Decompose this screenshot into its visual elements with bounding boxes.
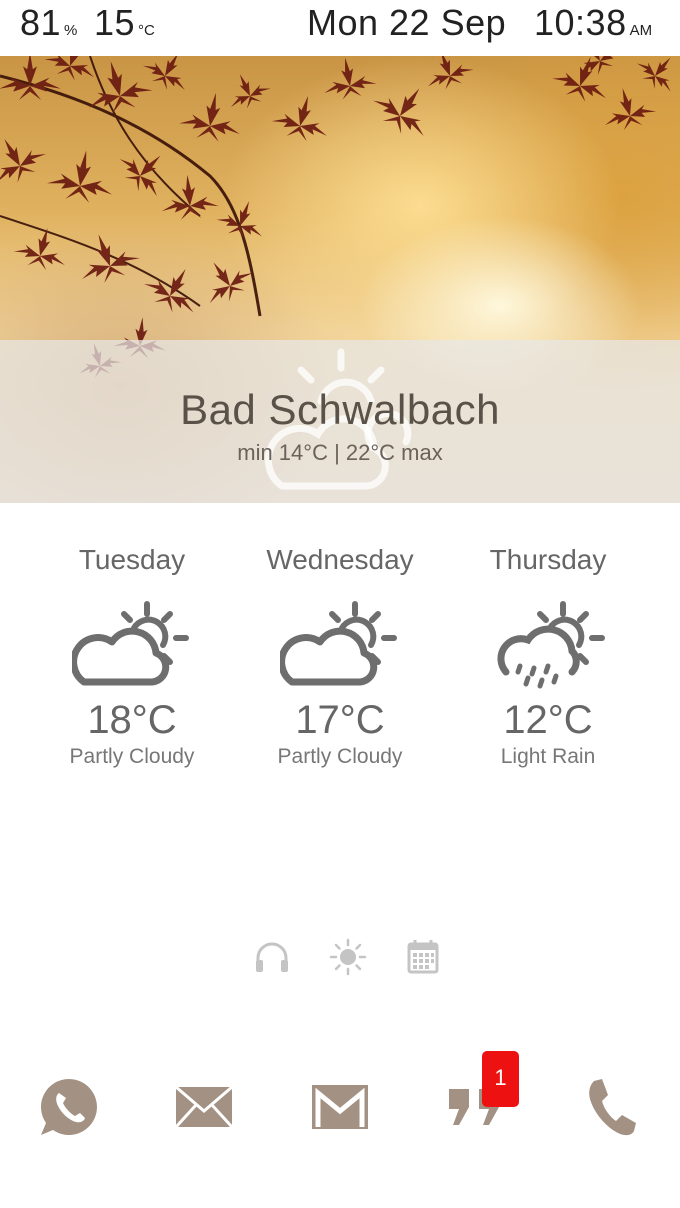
phone-icon[interactable] bbox=[578, 1075, 642, 1139]
headphones-icon[interactable] bbox=[253, 938, 291, 976]
battery-level: 81% bbox=[20, 2, 77, 44]
forecast-day[interactable]: Wednesday 17°C Partly Cloudy bbox=[240, 540, 440, 770]
forecast-condition: Partly Cloudy bbox=[277, 745, 403, 768]
whatsapp-icon[interactable] bbox=[37, 1075, 101, 1139]
brightness-icon[interactable] bbox=[329, 938, 367, 976]
temperature-unit: °C bbox=[138, 22, 155, 39]
email-icon[interactable] bbox=[172, 1075, 236, 1139]
forecast-day-name: Wednesday bbox=[266, 544, 414, 575]
status-bar: 81% 15 °C Mon 22 Sep 10:38 AM bbox=[0, 0, 680, 56]
time-text: 10:38 bbox=[534, 2, 627, 43]
status-temperature: 15 °C bbox=[94, 2, 155, 44]
forecast-temperature: 18°C bbox=[87, 698, 177, 742]
status-date: Mon 22 Sep bbox=[307, 2, 506, 44]
ampm-text: AM bbox=[629, 22, 653, 39]
messages-badge: 1 bbox=[482, 1051, 519, 1107]
date-text: Mon 22 Sep bbox=[307, 2, 507, 43]
battery-unit: % bbox=[64, 22, 78, 39]
partly-cloudy-icon bbox=[72, 601, 189, 686]
light-rain-icon bbox=[497, 601, 605, 689]
temperature-value: 15 bbox=[94, 2, 136, 43]
forecast: Tuesday 18°C Partly Cloudy Wednesday 17°… bbox=[0, 540, 680, 800]
battery-value: 81 bbox=[20, 2, 62, 43]
partly-cloudy-icon bbox=[280, 601, 397, 686]
calendar-icon[interactable] bbox=[404, 938, 442, 976]
forecast-day[interactable]: Thursday 12°C Light Rain bbox=[448, 540, 648, 770]
forecast-day-name: Tuesday bbox=[78, 544, 186, 575]
forecast-condition: Partly Cloudy bbox=[69, 745, 195, 768]
weather-hero[interactable]: Bad Schwalbach min 14°C | 22°C max bbox=[0, 56, 680, 503]
temperature-range: min 14°C | 22°C max bbox=[237, 440, 443, 465]
city-name: Bad Schwalbach bbox=[180, 386, 500, 433]
forecast-condition: Light Rain bbox=[500, 745, 596, 768]
forecast-day-name: Thursday bbox=[489, 544, 607, 575]
gmail-icon[interactable] bbox=[308, 1075, 372, 1139]
forecast-temperature: 12°C bbox=[503, 698, 593, 742]
forecast-temperature: 17°C bbox=[295, 698, 385, 742]
forecast-day[interactable]: Tuesday 18°C Partly Cloudy bbox=[32, 540, 232, 770]
status-time: 10:38 AM bbox=[534, 2, 652, 44]
